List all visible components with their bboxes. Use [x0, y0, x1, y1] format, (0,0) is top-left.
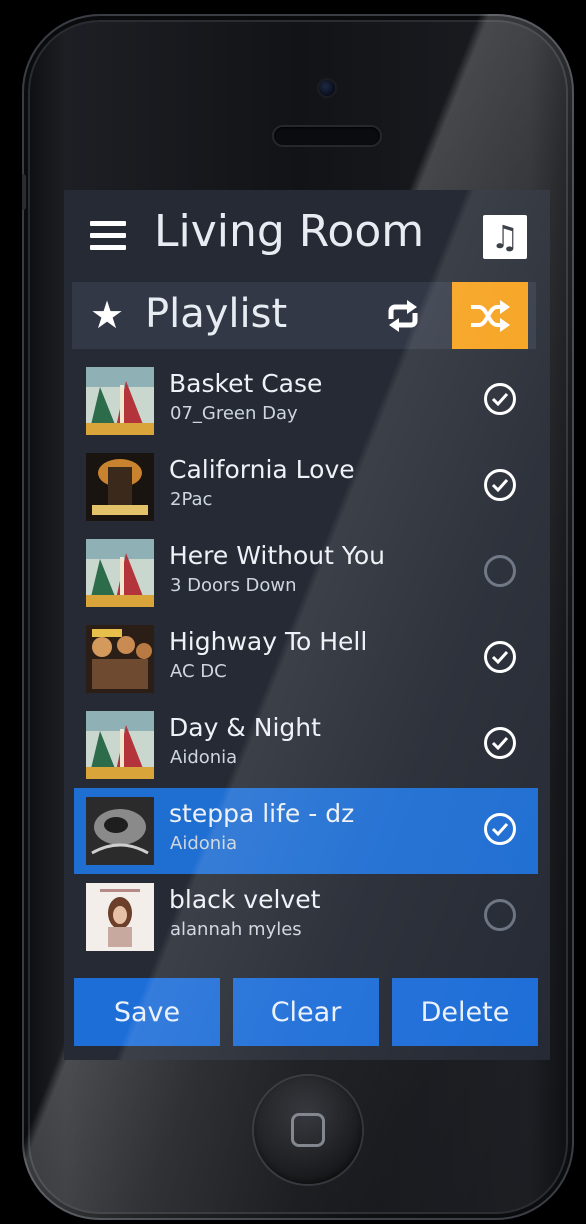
home-square-icon — [291, 1113, 325, 1147]
front-camera — [319, 80, 335, 96]
song-artist: AC DC — [170, 661, 227, 682]
song-row[interactable]: Day & Night Aidonia — [74, 702, 538, 788]
music-library-button[interactable]: ♫ — [483, 215, 527, 259]
checked-circle-icon[interactable] — [484, 469, 516, 501]
checked-circle-icon[interactable] — [484, 813, 516, 845]
song-title: Day & Night — [169, 713, 321, 742]
silent-switch — [22, 174, 26, 210]
home-button[interactable] — [254, 1076, 362, 1184]
song-row[interactable]: Highway To Hell AC DC — [74, 616, 538, 702]
save-button[interactable]: Save — [74, 978, 220, 1046]
delete-button[interactable]: Delete — [392, 978, 538, 1046]
playlist-bar: ★ Playlist — [72, 282, 536, 349]
song-artist: 2Pac — [170, 489, 213, 510]
repeat-button[interactable] — [372, 288, 434, 343]
music-note-icon: ♫ — [490, 218, 520, 256]
checked-circle-icon[interactable] — [484, 727, 516, 759]
song-title: steppa life - dz — [169, 799, 355, 828]
shuffle-icon — [471, 299, 510, 332]
album-art — [86, 883, 154, 951]
song-artist: alannah myles — [170, 919, 302, 940]
song-title: California Love — [169, 455, 355, 484]
album-art — [86, 453, 154, 521]
checked-circle-icon[interactable] — [484, 641, 516, 673]
unchecked-circle-icon[interactable] — [484, 899, 516, 931]
song-artist: Aidonia — [170, 833, 238, 854]
playlist-label: Playlist — [145, 291, 288, 337]
album-art — [86, 711, 154, 779]
song-row-selected[interactable]: steppa life - dz Aidonia — [74, 788, 538, 874]
clear-button[interactable]: Clear — [233, 978, 379, 1046]
song-title: Highway To Hell — [169, 627, 368, 656]
room-title: Living Room — [154, 206, 425, 257]
checked-circle-icon[interactable] — [484, 383, 516, 415]
album-art — [86, 797, 154, 865]
song-row[interactable]: California Love 2Pac — [74, 444, 538, 530]
song-row[interactable]: Basket Case 07_Green Day — [74, 358, 538, 444]
app-screen: Living Room ♫ ★ Playlist Basket Case 07_… — [64, 190, 550, 1060]
song-artist: 3 Doors Down — [170, 575, 297, 596]
song-artist: 07_Green Day — [170, 403, 298, 424]
action-bar: Save Clear Delete — [74, 978, 540, 1046]
album-art — [86, 367, 154, 435]
album-art — [86, 539, 154, 607]
song-artist: Aidonia — [170, 747, 238, 768]
album-art — [86, 625, 154, 693]
earpiece-speaker — [274, 127, 380, 145]
repeat-icon — [388, 299, 418, 332]
hamburger-menu-icon[interactable] — [90, 221, 126, 251]
song-title: Basket Case — [169, 369, 323, 398]
shuffle-button[interactable] — [452, 282, 528, 349]
song-row[interactable]: black velvet alannah myles — [74, 874, 538, 960]
song-title: Here Without You — [169, 541, 385, 570]
star-icon[interactable]: ★ — [90, 290, 124, 340]
unchecked-circle-icon[interactable] — [484, 555, 516, 587]
app-header: Living Room ♫ — [64, 190, 550, 285]
song-row[interactable]: Here Without You 3 Doors Down — [74, 530, 538, 616]
song-title: black velvet — [169, 885, 321, 914]
